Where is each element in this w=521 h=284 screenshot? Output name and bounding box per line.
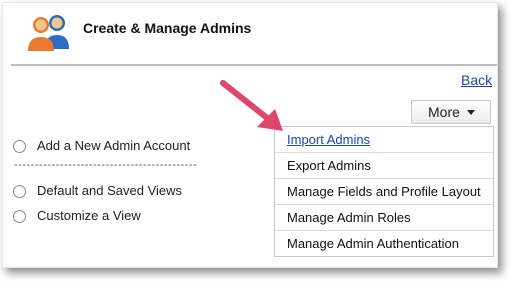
radio-label: Customize a View (37, 208, 141, 223)
menu-item-import-admins[interactable]: Import Admins (275, 127, 493, 152)
radio-label: Default and Saved Views (37, 183, 183, 198)
more-button-label: More (428, 104, 460, 120)
callout-arrow-icon (220, 80, 283, 131)
radio-button[interactable] (13, 210, 26, 223)
page-header: Create & Manage Admins (3, 3, 497, 63)
menu-item-manage-roles[interactable]: Manage Admin Roles (275, 204, 493, 230)
more-button[interactable]: More (411, 100, 491, 124)
header-divider (11, 64, 497, 66)
menu-item-manage-authentication[interactable]: Manage Admin Authentication (275, 230, 493, 256)
radio-button[interactable] (13, 140, 26, 153)
menu-item-export-admins[interactable]: Export Admins (275, 152, 493, 178)
page-title: Create & Manage Admins (83, 20, 252, 36)
admin-panel: Create & Manage Admins Back More Import … (2, 2, 498, 268)
radio-label: Add a New Admin Account (37, 138, 191, 153)
options-separator: ----------------------------------------… (14, 159, 198, 171)
more-dropdown-menu: Import Admins Export Admins Manage Field… (274, 126, 494, 257)
chevron-down-icon (467, 110, 475, 115)
back-link[interactable]: Back (461, 72, 492, 88)
radio-button[interactable] (13, 185, 26, 198)
admins-icon (28, 15, 69, 51)
menu-item-manage-fields[interactable]: Manage Fields and Profile Layout (275, 178, 493, 204)
